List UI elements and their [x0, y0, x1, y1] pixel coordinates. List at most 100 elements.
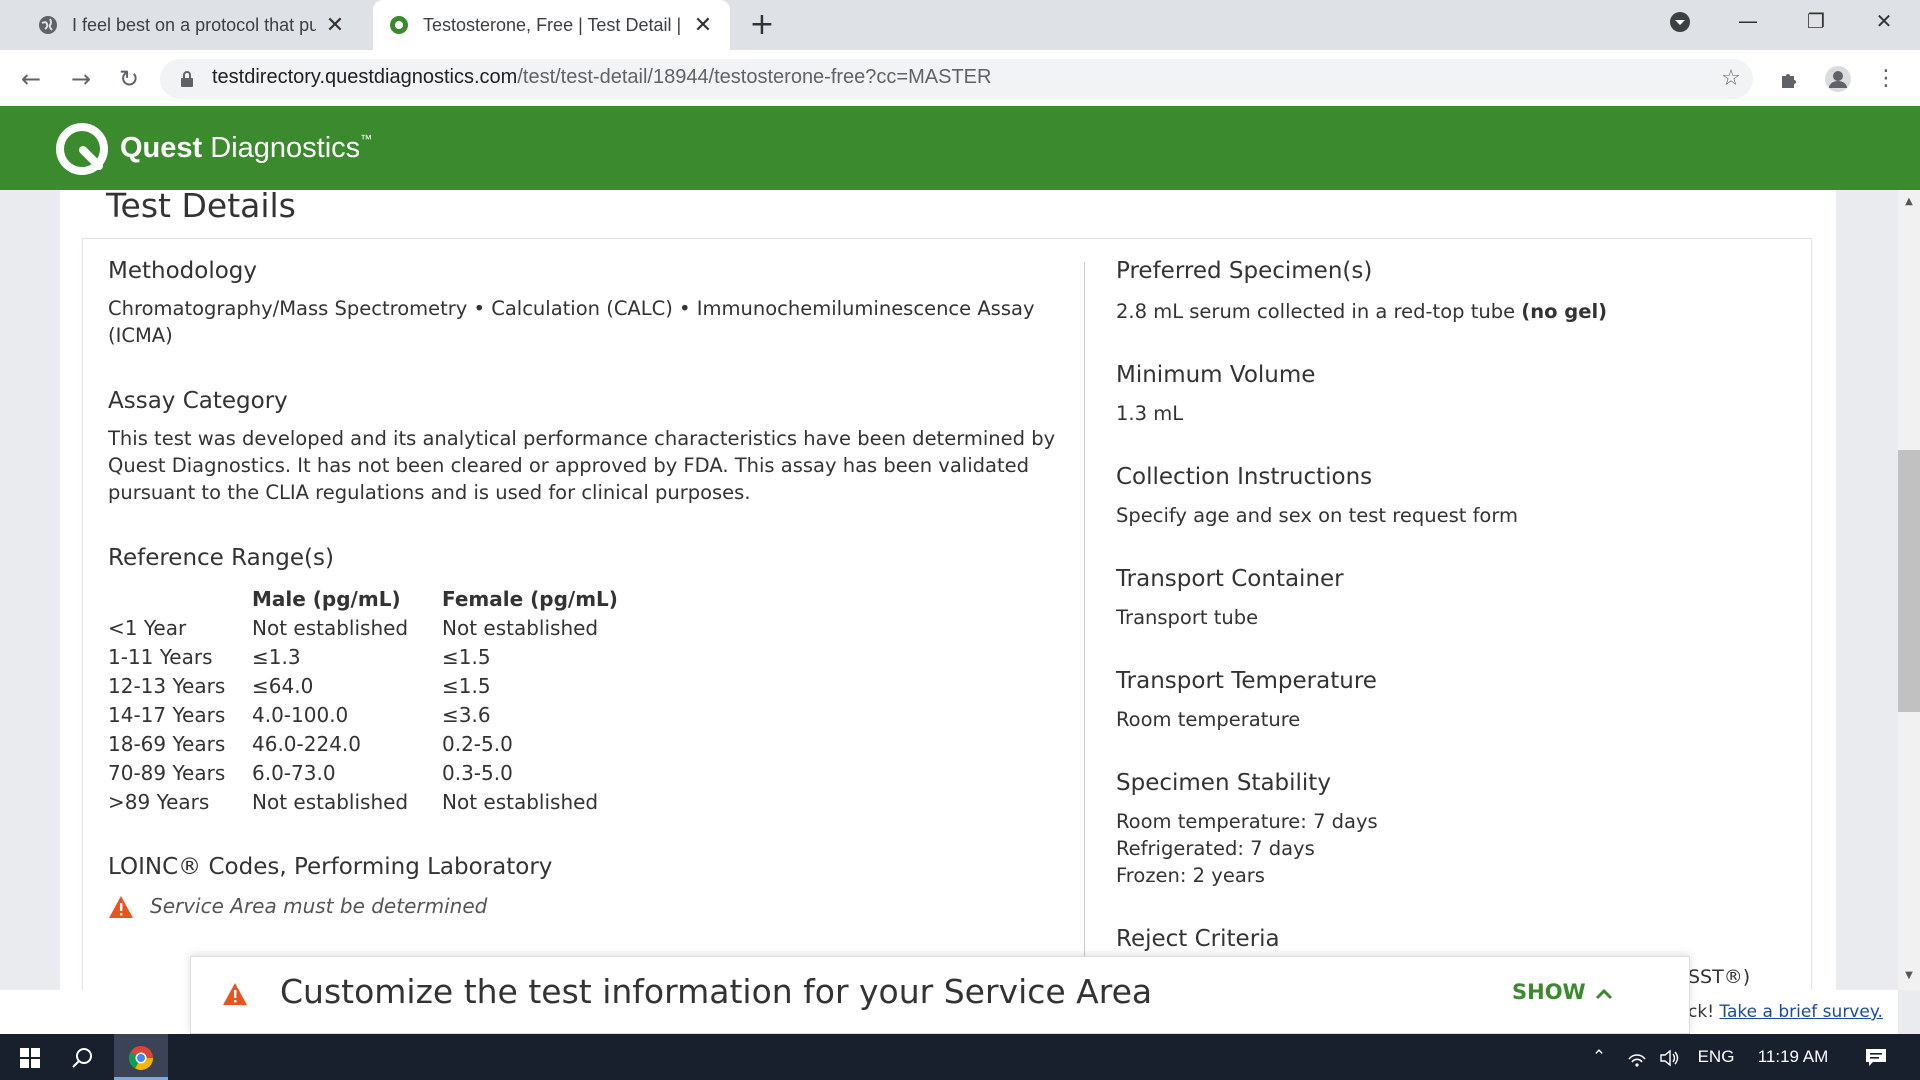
browser-menu-icon[interactable]: ⋮ [1870, 63, 1902, 95]
language-indicator[interactable]: ENG [1694, 1034, 1738, 1080]
male-value-cell: ≤64.0 [252, 673, 314, 698]
female-value-cell: ≤3.6 [442, 702, 491, 727]
loinc-heading: LOINC® Codes, Performing Laboratory [108, 854, 553, 880]
female-value-cell: ≤1.5 [442, 673, 491, 698]
banner-text: Customize the test information for your … [280, 972, 1153, 1011]
brand-trademark: ™ [360, 132, 373, 146]
age-cell: 1-11 Years [108, 644, 213, 669]
lock-icon[interactable] [180, 71, 194, 87]
tab-search-icon[interactable] [1652, 0, 1708, 42]
brand-bold: Quest [120, 132, 203, 164]
notifications-icon[interactable] [1856, 1034, 1896, 1080]
chrome-taskbar-icon[interactable] [114, 1034, 168, 1080]
close-tab-icon[interactable]: ✕ [324, 14, 346, 36]
minimize-icon[interactable]: — [1720, 0, 1776, 42]
profile-avatar-icon[interactable] [1822, 63, 1854, 95]
female-value-cell: 0.2-5.0 [442, 731, 513, 756]
minimum-volume-text: 1.3 mL [1116, 402, 1184, 425]
back-icon[interactable]: ← [16, 64, 46, 94]
female-value-cell: 0.3-5.0 [442, 760, 513, 785]
age-cell: >89 Years [108, 789, 210, 814]
scroll-up-arrow-icon[interactable]: ▲ [1898, 192, 1920, 212]
specimen-stability-heading: Specimen Stability [1116, 770, 1331, 796]
restore-icon[interactable]: ❐ [1788, 0, 1844, 42]
extensions-icon[interactable] [1774, 63, 1806, 95]
bookmark-star-icon[interactable]: ☆ [1715, 63, 1747, 95]
transport-temperature-heading: Transport Temperature [1116, 668, 1377, 694]
age-cell: 12-13 Years [108, 673, 226, 698]
table-row: 18-69 Years 46.0-224.0 0.2-5.0 [108, 729, 642, 758]
male-value-cell: Not established [252, 789, 409, 814]
preferred-specimen-value: 2.8 mL serum collected in a red-top tube [1116, 300, 1522, 323]
column-header [108, 584, 252, 613]
quest-logo-icon[interactable] [55, 122, 109, 176]
warning-icon [108, 895, 134, 919]
close-window-icon[interactable]: ✕ [1856, 0, 1912, 42]
survey-link[interactable]: Take a brief survey. [1719, 1002, 1882, 1022]
chevron-up-icon[interactable] [1594, 986, 1614, 1000]
methodology-text: Chromatography/Mass Spectrometry • Calcu… [108, 297, 1035, 347]
scroll-down-arrow-icon[interactable]: ▼ [1898, 966, 1920, 986]
table-row: >89 Years Not established Not establishe… [108, 787, 642, 816]
browser-tab[interactable]: I feel best on a protocol that puts ✕ [22, 0, 362, 50]
male-value-cell: 6.0-73.0 [252, 760, 336, 785]
close-tab-icon[interactable]: ✕ [692, 14, 714, 36]
browser-tab-active[interactable]: Testosterone, Free | Test Detail | Q ✕ [373, 0, 730, 50]
table-row: 12-13 Years ≤64.0 ≤1.5 [108, 671, 642, 700]
collection-instructions-heading: Collection Instructions [1116, 464, 1373, 490]
assay-category-heading: Assay Category [108, 388, 288, 414]
age-cell: 14-17 Years [108, 702, 226, 727]
transport-temperature-text: Room temperature [1116, 708, 1301, 731]
column-header-male: Male (pg/mL) [252, 586, 401, 611]
reload-icon[interactable]: ↻ [114, 64, 144, 94]
page-title: Test Details [106, 186, 296, 225]
age-cell: 18-69 Years [108, 731, 226, 756]
survey-prefix: ck! [1688, 1002, 1720, 1022]
reject-criteria-heading: Reject Criteria [1116, 926, 1280, 952]
windows-start-icon[interactable] [10, 1034, 50, 1080]
chevron-up-icon[interactable]: ⌃ [1586, 1034, 1612, 1080]
warning-icon [222, 982, 248, 1006]
show-button[interactable]: SHOW [1512, 980, 1586, 1004]
assay-category-text: This test was developed and its analytic… [108, 427, 1056, 504]
reference-range-heading: Reference Range(s) [108, 545, 334, 571]
tab-title: I feel best on a protocol that puts [72, 14, 316, 35]
methodology-heading: Methodology [108, 258, 258, 284]
wifi-icon[interactable] [1624, 1034, 1650, 1080]
table-header-row: Male (pg/mL) Female (pg/mL) [108, 584, 642, 613]
partial-text: SST®) [1688, 966, 1751, 988]
female-value-cell: ≤1.5 [442, 644, 491, 669]
url-host: testdirectory.questdiagnostics.com [212, 66, 518, 88]
column-divider [1084, 262, 1085, 990]
search-icon[interactable] [62, 1034, 102, 1080]
forward-icon[interactable]: → [66, 64, 96, 94]
globe-icon [38, 15, 58, 35]
preferred-specimen-heading: Preferred Specimen(s) [1116, 258, 1373, 284]
stability-line: Frozen: 2 years [1116, 864, 1265, 887]
male-value-cell: Not established [252, 615, 409, 640]
stability-line: Refrigerated: 7 days [1116, 837, 1315, 860]
url-text[interactable]: testdirectory.questdiagnostics.com/test/… [212, 66, 991, 89]
transport-container-text: Transport tube [1116, 606, 1259, 629]
male-value-cell: ≤1.3 [252, 644, 301, 669]
age-cell: 70-89 Years [108, 760, 226, 785]
minimum-volume-heading: Minimum Volume [1116, 362, 1316, 388]
column-header-female: Female (pg/mL) [442, 586, 618, 611]
volume-icon[interactable] [1656, 1034, 1684, 1080]
table-row: 1-11 Years ≤1.3 ≤1.5 [108, 642, 642, 671]
new-tab-button[interactable]: + [745, 8, 779, 42]
stability-line: Room temperature: 7 days [1116, 810, 1378, 833]
quest-favicon-icon [389, 15, 409, 35]
brand-light: Diagnostics [202, 132, 361, 164]
table-row: <1 Year Not established Not established [108, 613, 642, 642]
age-cell: <1 Year [108, 615, 187, 640]
table-row: 70-89 Years 6.0-73.0 0.3-5.0 [108, 758, 642, 787]
transport-container-heading: Transport Container [1116, 566, 1344, 592]
site-brand-name[interactable]: Quest Diagnostics™ [120, 132, 372, 165]
table-row: 14-17 Years 4.0-100.0 ≤3.6 [108, 700, 642, 729]
scrollbar-thumb[interactable] [1898, 450, 1920, 712]
male-value-cell: 46.0-224.0 [252, 731, 362, 756]
service-area-note: Service Area must be determined [150, 894, 488, 918]
preferred-specimen-note: (no gel) [1521, 300, 1608, 323]
taskbar-clock[interactable]: 11:19 AM [1748, 1034, 1838, 1080]
